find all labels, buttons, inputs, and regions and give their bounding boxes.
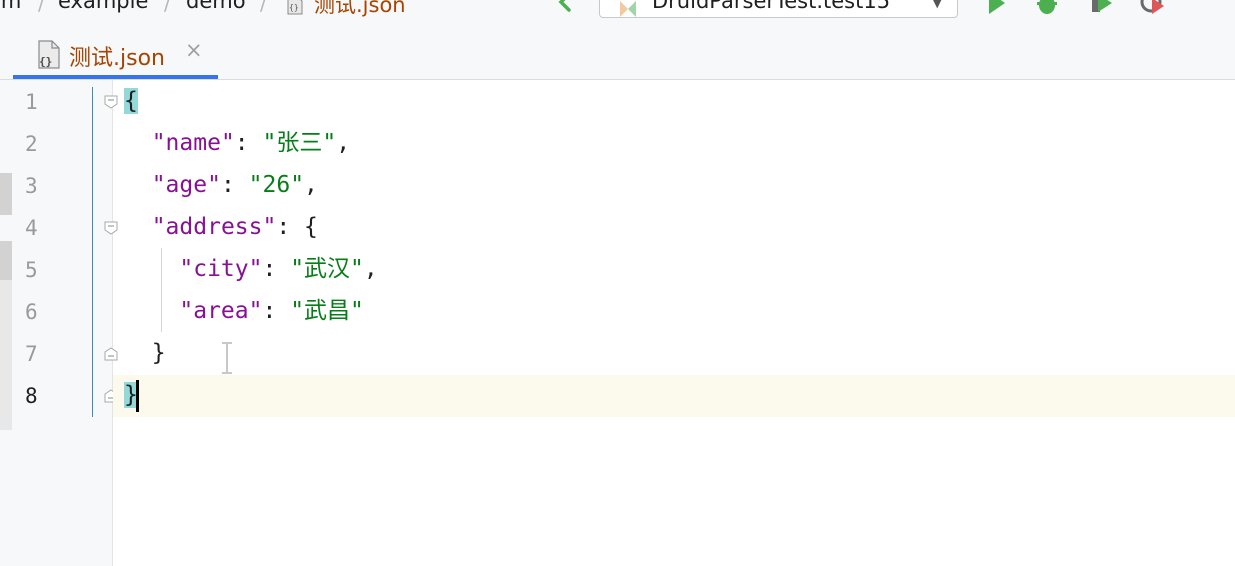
breadcrumb-item-current[interactable]: 测试.json	[314, 0, 406, 19]
code-editor[interactable]: { "name": "张三", "age": "26", "address": …	[113, 80, 1235, 566]
breadcrumb-item[interactable]: om	[0, 0, 21, 13]
code-punctuation: ,	[304, 172, 318, 198]
line-number: 4	[25, 216, 38, 240]
code-punctuation: :	[234, 130, 263, 156]
line-number: 5	[25, 258, 38, 282]
code-line[interactable]: }	[124, 374, 139, 416]
code-line[interactable]: "age": "26",	[124, 164, 318, 206]
line-number: 2	[25, 132, 38, 156]
json-string-value: "26"	[248, 172, 305, 198]
line-number: 3	[25, 174, 38, 198]
line-number: 6	[25, 300, 38, 324]
vcs-change-marker	[0, 241, 12, 283]
json-string-value: "武昌"	[290, 298, 364, 324]
run-configuration-label: DruidParserTest.test15	[652, 0, 891, 13]
editor-tab-bar: {} 测试.json ×	[0, 20, 1235, 80]
code-punctuation: ,	[363, 256, 378, 282]
text-cursor-ibeam-icon	[222, 342, 232, 374]
breadcrumb-separator: /	[260, 0, 267, 15]
profile-icon[interactable]	[1140, 0, 1166, 16]
current-line-highlight	[113, 375, 1235, 417]
json-key: "age"	[151, 172, 221, 198]
coverage-icon[interactable]	[1088, 0, 1114, 16]
editor-gutter: 1 2 3 4 5 6 7 8	[0, 80, 113, 566]
active-tab-indicator	[13, 75, 218, 79]
tab-label: 测试.json	[69, 46, 165, 71]
json-file-icon: {}	[38, 40, 60, 69]
json-key: "area"	[179, 298, 263, 324]
code-punctuation: }	[124, 340, 166, 366]
line-number: 1	[25, 90, 38, 114]
code-line[interactable]: "address": {	[124, 206, 318, 248]
breadcrumb-item[interactable]: example	[58, 0, 148, 13]
tab-json-file[interactable]: {} 测试.json ×	[13, 32, 218, 79]
run-icon[interactable]	[983, 0, 1009, 16]
code-punctuation: :	[220, 172, 249, 198]
chevron-down-icon: ▼	[933, 0, 942, 10]
code-punctuation: : {	[276, 214, 318, 240]
code-line[interactable]: {	[124, 80, 138, 122]
junit-config-icon	[620, 1, 636, 17]
scroll-marker-band	[0, 280, 12, 430]
json-string-value: "张三"	[262, 130, 337, 156]
svg-text:{}: {}	[39, 55, 52, 68]
code-punctuation	[124, 214, 152, 240]
breadcrumb-separator: /	[38, 0, 45, 15]
matched-brace: {	[124, 88, 138, 114]
code-punctuation	[124, 256, 179, 282]
navigation-bar: om / example / demo / {} 测试.json DruidPa…	[0, 0, 1235, 20]
chevron-down-icon[interactable]: ▼	[1182, 0, 1208, 14]
line-number-current: 8	[25, 384, 38, 408]
line-number: 7	[25, 342, 38, 366]
json-file-icon: {}	[287, 0, 303, 15]
vcs-change-marker	[0, 173, 12, 215]
code-line[interactable]: "city": "武汉",	[124, 248, 378, 290]
back-arrow-icon[interactable]	[555, 0, 577, 14]
code-line[interactable]: "name": "张三",	[124, 122, 350, 164]
close-icon[interactable]: ×	[185, 38, 203, 62]
code-line[interactable]: "area": "武昌"	[124, 290, 364, 332]
code-line[interactable]: }	[124, 332, 166, 374]
json-key: "city"	[179, 256, 263, 282]
code-punctuation	[124, 130, 152, 156]
json-key: "address"	[151, 214, 277, 240]
code-punctuation: :	[262, 256, 291, 282]
breadcrumb-separator: /	[164, 0, 171, 15]
code-punctuation: ,	[336, 130, 351, 156]
run-configuration-dropdown[interactable]: DruidParserTest.test15 ▼	[599, 0, 958, 18]
json-string-value: "武汉"	[290, 256, 364, 282]
code-punctuation: :	[262, 298, 291, 324]
code-punctuation	[124, 172, 152, 198]
svg-text:{}: {}	[289, 3, 299, 12]
scope-indicator-line	[92, 87, 93, 417]
breadcrumb-item[interactable]: demo	[186, 0, 246, 13]
code-punctuation	[124, 298, 179, 324]
json-key: "name"	[151, 130, 235, 156]
text-caret	[135, 379, 139, 412]
debug-icon[interactable]	[1034, 0, 1060, 16]
